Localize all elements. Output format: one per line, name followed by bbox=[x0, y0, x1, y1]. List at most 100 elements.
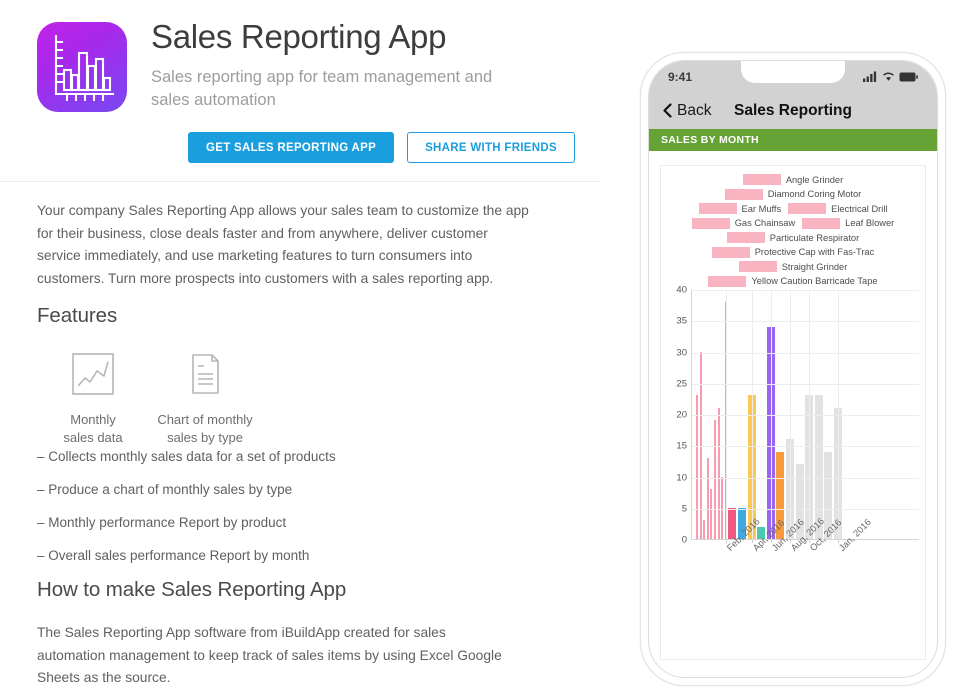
legend-row: Yellow Caution Barricade Tape bbox=[669, 275, 917, 287]
legend-row: Gas Chainsaw Leaf Blower bbox=[669, 217, 917, 229]
wifi-icon bbox=[883, 72, 894, 81]
document-icon bbox=[149, 348, 261, 400]
vertical-gridline bbox=[725, 290, 727, 539]
section-divider bbox=[0, 181, 600, 182]
vertical-gridline bbox=[770, 290, 772, 539]
status-bar: 9:41 bbox=[649, 61, 937, 92]
feature-label-line1: Chart of monthly bbox=[157, 412, 253, 427]
features-heading: Features bbox=[37, 304, 118, 327]
feature-label-line1: Monthly bbox=[70, 412, 116, 427]
feature-label: Chart of monthly sales by type bbox=[149, 411, 261, 447]
chevron-left-icon bbox=[663, 103, 672, 118]
legend-swatch bbox=[802, 217, 841, 229]
feature-bullet-list: – Collects monthly sales data for a set … bbox=[37, 449, 336, 581]
app-detail-column: Sales Reporting App Sales reporting app … bbox=[0, 0, 600, 690]
back-button-label: Back bbox=[677, 101, 712, 119]
y-axis-tick-label: 0 bbox=[681, 534, 687, 546]
section-header-bar: SALES BY MONTH bbox=[649, 129, 937, 151]
list-item: – Produce a chart of monthly sales by ty… bbox=[37, 482, 293, 497]
legend-item[interactable]: Leaf Blower bbox=[802, 217, 894, 229]
chart-plot: 0 5 10 15 20 25 30 35 40 Feb, 2016 Apr, 2016 Jun, … bbox=[661, 285, 925, 560]
howto-body: The Sales Reporting App software from iB… bbox=[37, 625, 502, 685]
get-app-button[interactable]: GET SALES REPORTING APP bbox=[188, 132, 395, 163]
y-axis-tick-label: 40 bbox=[676, 284, 687, 296]
y-axis-tick-label: 25 bbox=[676, 378, 687, 390]
legend-swatch bbox=[698, 203, 737, 214]
share-with-friends-button[interactable]: SHARE WITH FRIENDS bbox=[407, 132, 575, 163]
status-time: 9:41 bbox=[668, 69, 693, 84]
legend-row: Diamond Coring Motor bbox=[669, 188, 917, 200]
phone-mockup: 9:41 Back Sales Reporting SALES BY MONTH… bbox=[640, 52, 946, 686]
legend-label: Yellow Caution Barricade Tape bbox=[751, 276, 878, 286]
y-axis-labels: 0 5 10 15 20 25 30 35 40 bbox=[661, 285, 689, 546]
legend-swatch bbox=[726, 232, 765, 243]
phone-navbar: Back Sales Reporting bbox=[649, 92, 937, 129]
legend-row: Ear Muffs Electrical Drill bbox=[669, 203, 917, 214]
chart-bar[interactable] bbox=[710, 489, 713, 539]
chart-bar[interactable] bbox=[706, 457, 709, 539]
section-header-label: SALES BY MONTH bbox=[661, 134, 759, 146]
legend-item[interactable]: Ear Muffs bbox=[698, 203, 782, 214]
legend-swatch bbox=[711, 246, 750, 258]
x-axis-labels: Feb, 2016 Apr, 2016 Jun, 2016 Aug, 2016 Oct,… bbox=[691, 516, 919, 599]
legend-item[interactable]: Straight Grinder bbox=[738, 261, 848, 272]
chart-bar[interactable] bbox=[714, 420, 716, 539]
legend-label: Ear Muffs bbox=[741, 203, 782, 214]
chart-bar[interactable] bbox=[696, 395, 698, 539]
page-root: Sales Reporting App Sales reporting app … bbox=[0, 0, 978, 690]
list-item: – Monthly performance Report by product bbox=[37, 515, 287, 530]
chart-bar[interactable] bbox=[699, 351, 702, 539]
app-subtitle: Sales reporting app for team management … bbox=[151, 68, 493, 109]
howto-heading: How to make Sales Reporting App bbox=[37, 578, 347, 601]
feature-chart-by-type: Chart of monthly sales by type bbox=[149, 348, 261, 447]
bar-chart-app-icon bbox=[37, 22, 127, 112]
chart-bar[interactable] bbox=[717, 407, 720, 539]
legend-row: Angle Grinder bbox=[669, 174, 917, 185]
chart-card: Angle Grinder Diamond Coring Motor Ear Muf… bbox=[660, 165, 926, 660]
y-axis-tick-label: 15 bbox=[676, 440, 687, 452]
status-icon-group bbox=[863, 71, 918, 82]
legend-item[interactable]: Protective Cap with Fas-Trac bbox=[711, 246, 875, 258]
page-title: Sales Reporting App bbox=[151, 18, 447, 55]
legend-swatch bbox=[724, 188, 763, 200]
phone-screen: 9:41 Back Sales Reporting SALES BY MONTH… bbox=[648, 60, 938, 678]
legend-label: Gas Chainsaw bbox=[734, 218, 796, 228]
y-axis-tick-label: 30 bbox=[676, 347, 687, 358]
legend-label: Straight Grinder bbox=[781, 261, 848, 272]
y-axis-tick-label: 5 bbox=[681, 503, 687, 515]
feature-label-line2: sales by type bbox=[167, 430, 243, 445]
list-item: – Collects monthly sales data for a set … bbox=[37, 449, 336, 464]
vertical-gridline bbox=[790, 290, 791, 539]
y-axis-tick-label: 35 bbox=[676, 315, 687, 327]
legend-item[interactable]: Particulate Respirator bbox=[726, 232, 860, 243]
phone-notch bbox=[741, 61, 845, 83]
plot-area bbox=[691, 290, 919, 543]
phone-frame: 9:41 Back Sales Reporting SALES BY MONTH… bbox=[640, 52, 946, 686]
legend-label: Electrical Drill bbox=[831, 203, 888, 214]
y-axis-tick-label: 10 bbox=[676, 472, 687, 483]
y-axis-tick-label: 20 bbox=[676, 409, 687, 421]
back-button[interactable]: Back bbox=[663, 102, 711, 120]
chart-legend: Angle Grinder Diamond Coring Motor Ear Muf… bbox=[661, 166, 925, 287]
legend-label: Particulate Respirator bbox=[769, 232, 860, 243]
legend-row: Straight Grinder bbox=[669, 261, 917, 272]
legend-item[interactable]: Electrical Drill bbox=[788, 203, 887, 214]
legend-swatch bbox=[738, 261, 777, 272]
feature-label: Monthly sales data bbox=[37, 411, 149, 447]
legend-item[interactable]: Gas Chainsaw bbox=[691, 217, 796, 229]
legend-item[interactable]: Yellow Caution Barricade Tape bbox=[708, 275, 878, 287]
signal-icon bbox=[863, 71, 877, 82]
chart-bar[interactable] bbox=[703, 520, 706, 539]
feature-icon-row: Monthly sales data Chart of monthly sale… bbox=[37, 348, 261, 447]
chart-bar[interactable] bbox=[721, 476, 724, 539]
legend-row: Protective Cap with Fas-Trac bbox=[669, 246, 917, 258]
x-axis-tick bbox=[751, 539, 753, 543]
feature-label-line2: sales data bbox=[63, 430, 123, 445]
vertical-gridline bbox=[838, 290, 839, 539]
legend-row: Particulate Respirator bbox=[669, 232, 917, 243]
legend-label: Protective Cap with Fas-Trac bbox=[754, 247, 875, 257]
action-button-row: GET SALES REPORTING APP SHARE WITH FRIEN… bbox=[188, 132, 575, 163]
legend-item[interactable]: Diamond Coring Motor bbox=[724, 188, 861, 200]
vertical-gridline bbox=[751, 290, 753, 539]
legend-item[interactable]: Angle Grinder bbox=[742, 174, 843, 185]
